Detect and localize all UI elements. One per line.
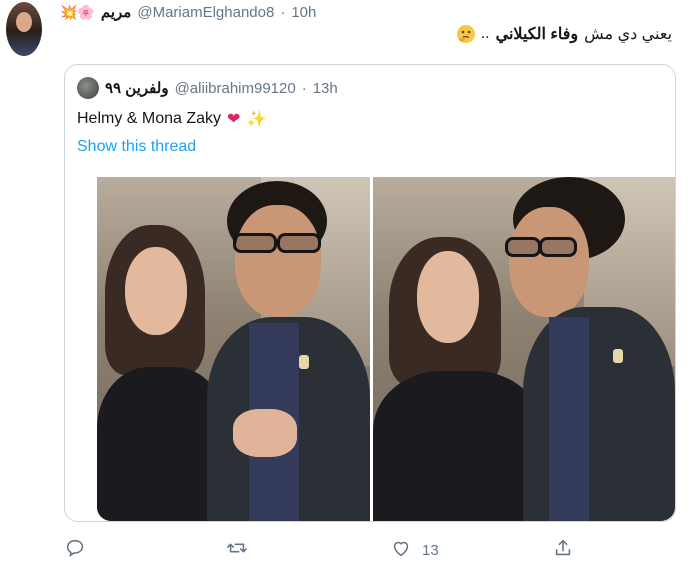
quoted-avatar[interactable] — [77, 77, 99, 99]
man-suit — [523, 307, 675, 521]
share-icon — [552, 537, 574, 563]
name-emojis: 💥🌸 — [60, 3, 95, 20]
woman-face — [417, 251, 479, 343]
lapel-pin — [299, 355, 309, 369]
man-face — [509, 207, 589, 317]
man-face — [235, 205, 321, 317]
woman-face — [125, 247, 187, 335]
tweet-text: يعني دي مش وفاء الكيلاني .. — [456, 24, 672, 44]
retweet-icon — [226, 537, 248, 563]
retweet-button[interactable] — [226, 535, 248, 565]
heart-icon — [390, 537, 412, 563]
glasses-right-lens — [539, 237, 577, 257]
tweet-text-suffix: .. — [480, 25, 490, 42]
quoted-text-body: Helmy & Mona Zaky — [77, 110, 222, 127]
avatar[interactable] — [6, 2, 42, 56]
photo-left[interactable] — [97, 177, 370, 521]
woman-hand — [233, 409, 297, 457]
glasses-left-lens — [505, 237, 541, 257]
like-button[interactable]: 13 — [390, 535, 439, 565]
reply-icon — [64, 537, 86, 563]
quoted-header: ولفرين ٩٩ @aliibrahim99120 · 13h — [77, 77, 338, 99]
glasses-right-lens — [277, 233, 321, 253]
reply-button[interactable] — [64, 535, 86, 565]
user-handle[interactable]: @MariamElghando8 — [137, 4, 274, 21]
thinking-face-icon — [456, 25, 475, 43]
share-button[interactable] — [552, 535, 574, 565]
like-count: 13 — [422, 541, 439, 559]
photo-right[interactable] — [373, 177, 675, 521]
quoted-separator-dot: · — [301, 79, 307, 97]
quoted-display-name[interactable]: ولفرين ٩٩ — [105, 79, 169, 97]
woman-dress — [373, 371, 543, 521]
quoted-tweet[interactable]: ولفرين ٩٩ @aliibrahim99120 · 13h Helmy &… — [64, 64, 676, 522]
display-name[interactable]: مريم — [101, 3, 131, 21]
man-shirt — [549, 317, 589, 521]
red-heart-emoji: ❤ — [227, 111, 241, 128]
sparkles-emoji: ✨ — [246, 111, 267, 128]
quoted-timestamp[interactable]: 13h — [313, 80, 338, 97]
separator-dot: · — [280, 3, 286, 21]
timestamp[interactable]: 10h — [291, 4, 316, 21]
glasses-left-lens — [233, 233, 277, 253]
tweet-header: 💥🌸 مريم @MariamElghando8 · 10h — [60, 1, 690, 23]
action-bar: 13 — [0, 535, 700, 565]
quoted-text: Helmy & Mona Zaky ❤ ✨ — [77, 109, 266, 129]
tweet-text-bold: وفاء الكيلاني — [495, 26, 579, 43]
tweet[interactable]: 💥🌸 مريم @MariamElghando8 · 10h يعني دي م… — [0, 0, 700, 575]
quoted-handle[interactable]: @aliibrahim99120 — [175, 80, 296, 97]
avatar-face — [16, 12, 32, 32]
show-thread-link[interactable]: Show this thread — [77, 138, 196, 156]
tweet-text-prefix: يعني دي مش — [584, 26, 672, 43]
lapel-pin — [613, 349, 623, 363]
